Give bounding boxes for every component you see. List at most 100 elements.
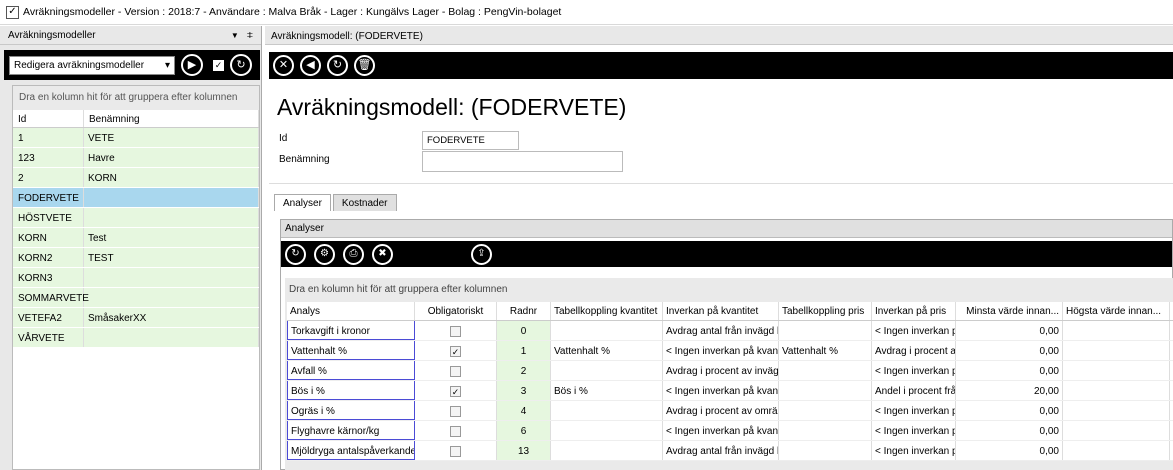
cell-radnr[interactable]: 2	[497, 361, 551, 380]
refresh-icon[interactable]: ↻	[230, 54, 252, 76]
cell-tabellkoppling-pris[interactable]	[779, 401, 872, 420]
play-icon[interactable]: ▶	[181, 54, 203, 76]
table-row[interactable]: Torkavgift i kronor 0 Avdrag antal från in…	[287, 321, 1173, 341]
excel-icon[interactable]: ✖	[372, 243, 393, 265]
print-icon[interactable]: ⎙	[343, 243, 364, 265]
checkbox[interactable]	[450, 406, 461, 417]
cell-minsta-varde[interactable]: 0,00	[956, 421, 1063, 440]
cell-inverkan-pris[interactable]: < Ingen inverkan p	[872, 401, 956, 420]
cell-tabellkoppling-kvantitet[interactable]	[551, 421, 663, 440]
cell-tabellkoppling-pris[interactable]	[779, 361, 872, 380]
group-hint[interactable]: Dra en kolumn hit för att gruppera efter…	[13, 86, 259, 110]
cell-inverkan-pris[interactable]: < Ingen inverkan p	[872, 421, 956, 440]
cell-analys[interactable]: Avfall %	[287, 361, 415, 380]
column-header-id[interactable]: Id	[13, 110, 84, 127]
cell-analys[interactable]: Mjöldryga antalspåverkande	[287, 441, 415, 460]
table-row[interactable]: KORN2 TEST	[13, 248, 259, 268]
cell-minsta-varde[interactable]: 0,00	[956, 321, 1063, 340]
cell-minsta-varde[interactable]: 0,00	[956, 341, 1063, 360]
id-field[interactable]: FODERVETE	[422, 131, 519, 150]
cell-inverkan-kvantitet[interactable]: < Ingen inverkan på kvant	[663, 341, 779, 360]
cell-inverkan-kvantitet[interactable]: Avdrag antal från invägd k	[663, 321, 779, 340]
table-row[interactable]: FODERVETE	[13, 188, 259, 208]
cell-tabellkoppling-pris[interactable]	[779, 441, 872, 460]
table-row[interactable]: KORN Test	[13, 228, 259, 248]
table-row[interactable]: 123 Havre	[13, 148, 259, 168]
tab-analyser[interactable]: Analyser	[274, 194, 331, 211]
checkbox-icon[interactable]: ✓	[213, 59, 224, 71]
cell-hogsta-varde[interactable]	[1063, 421, 1170, 440]
refresh-icon[interactable]: ↻	[327, 55, 348, 76]
cell-inverkan-kvantitet[interactable]: Avdrag i procent av inväg	[663, 361, 779, 380]
column-header-name[interactable]: Benämning	[84, 110, 259, 127]
cell-inverkan-kvantitet[interactable]: < Ingen inverkan på kvant	[663, 421, 779, 440]
cell-radnr[interactable]: 3	[497, 381, 551, 400]
cell-inverkan-pris[interactable]: Avdrag i procent av	[872, 341, 956, 360]
refresh-icon[interactable]: ↻	[285, 243, 306, 265]
cell-hogsta-varde[interactable]	[1063, 401, 1170, 420]
cell-tabellkoppling-kvantitet[interactable]: Vattenhalt %	[551, 341, 663, 360]
table-row[interactable]: Ogräs i % 4 Avdrag i procent av omräl < Ing…	[287, 401, 1173, 421]
cell-radnr[interactable]: 13	[497, 441, 551, 460]
settings-icon[interactable]: ⚙	[314, 243, 335, 265]
cell-radnr[interactable]: 0	[497, 321, 551, 340]
cell-tabellkoppling-pris[interactable]: Vattenhalt %	[779, 341, 872, 360]
cell-minsta-varde[interactable]: 0,00	[956, 361, 1063, 380]
cell-inverkan-kvantitet[interactable]: Avdrag antal från invägd k	[663, 441, 779, 460]
cell-tabellkoppling-pris[interactable]	[779, 321, 872, 340]
cell-radnr[interactable]: 1	[497, 341, 551, 360]
table-row[interactable]: 2 KORN	[13, 168, 259, 188]
cell-tabellkoppling-kvantitet[interactable]	[551, 441, 663, 460]
table-row[interactable]: VETEFA2 SmåsakerXX	[13, 308, 259, 328]
panel-dropdown-icon[interactable]: ▼	[231, 31, 239, 40]
cell-inverkan-pris[interactable]: < Ingen inverkan p	[872, 321, 956, 340]
column-header-inverkan-pris[interactable]: Inverkan på pris	[872, 302, 956, 320]
cell-hogsta-varde[interactable]	[1063, 361, 1170, 380]
table-row[interactable]: VÅRVETE	[13, 328, 259, 348]
table-row[interactable]: 1 VETE	[13, 128, 259, 148]
export-icon[interactable]: ⇪	[471, 243, 492, 265]
column-header-radnr[interactable]: Radnr	[497, 302, 551, 320]
cell-inverkan-kvantitet[interactable]: Avdrag i procent av omräl	[663, 401, 779, 420]
cell-analys[interactable]: Flyghavre kärnor/kg	[287, 421, 415, 440]
table-row[interactable]: HÖSTVETE	[13, 208, 259, 228]
cell-hogsta-varde[interactable]	[1063, 441, 1170, 460]
tab-kostnader[interactable]: Kostnader	[332, 194, 397, 211]
close-icon[interactable]: ✕	[273, 55, 294, 76]
cell-inverkan-pris[interactable]: < Ingen inverkan p	[872, 361, 956, 380]
cell-analys[interactable]: Ogräs i %	[287, 401, 415, 420]
cell-minsta-varde[interactable]: 0,00	[956, 441, 1063, 460]
cell-minsta-varde[interactable]: 0,00	[956, 401, 1063, 420]
table-row[interactable]: Avfall % 2 Avdrag i procent av inväg < Inge…	[287, 361, 1173, 381]
table-row[interactable]: KORN3	[13, 268, 259, 288]
cell-analys[interactable]: Vattenhalt %	[287, 341, 415, 360]
cell-tabellkoppling-kvantitet[interactable]	[551, 361, 663, 380]
cell-tabellkoppling-pris[interactable]	[779, 381, 872, 400]
cell-inverkan-kvantitet[interactable]: < Ingen inverkan på kvant	[663, 381, 779, 400]
delete-icon[interactable]: 🗑	[354, 55, 375, 76]
cell-tabellkoppling-kvantitet[interactable]	[551, 321, 663, 340]
table-row[interactable]: Flyghavre kärnor/kg 6 < Ingen inverkan på …	[287, 421, 1173, 441]
cell-tabellkoppling-pris[interactable]	[779, 421, 872, 440]
name-field[interactable]	[422, 151, 623, 172]
table-row[interactable]: Vattenhalt % ✓ 1 Vattenhalt % < Ingen inverk…	[287, 341, 1173, 361]
table-row[interactable]: Mjöldryga antalspåverkande 13 Avdrag antal…	[287, 441, 1173, 461]
checkbox[interactable]	[450, 326, 461, 337]
cell-radnr[interactable]: 4	[497, 401, 551, 420]
cell-hogsta-varde[interactable]	[1063, 321, 1170, 340]
cell-radnr[interactable]: 6	[497, 421, 551, 440]
column-header-tabellkoppling-pris[interactable]: Tabellkoppling pris	[779, 302, 872, 320]
cell-analys[interactable]: Torkavgift i kronor	[287, 321, 415, 340]
column-header-analys[interactable]: Analys	[287, 302, 415, 320]
column-header-hogsta-varde[interactable]: Högsta värde innan...	[1063, 302, 1170, 320]
checkbox[interactable]	[450, 446, 461, 457]
back-icon[interactable]: ◀	[300, 55, 321, 76]
table-row[interactable]: SOMMARVETE	[13, 288, 259, 308]
cell-hogsta-varde[interactable]	[1063, 381, 1170, 400]
cell-hogsta-varde[interactable]	[1063, 341, 1170, 360]
cell-inverkan-pris[interactable]: < Ingen inverkan p	[872, 441, 956, 460]
table-row[interactable]: Bös i % ✓ 3 Bös i % < Ingen inverkan på kvan…	[287, 381, 1173, 401]
column-header-minsta-varde[interactable]: Minsta värde innan...	[956, 302, 1063, 320]
cell-minsta-varde[interactable]: 20,00	[956, 381, 1063, 400]
column-header-obligatoriskt[interactable]: Obligatoriskt	[415, 302, 497, 320]
